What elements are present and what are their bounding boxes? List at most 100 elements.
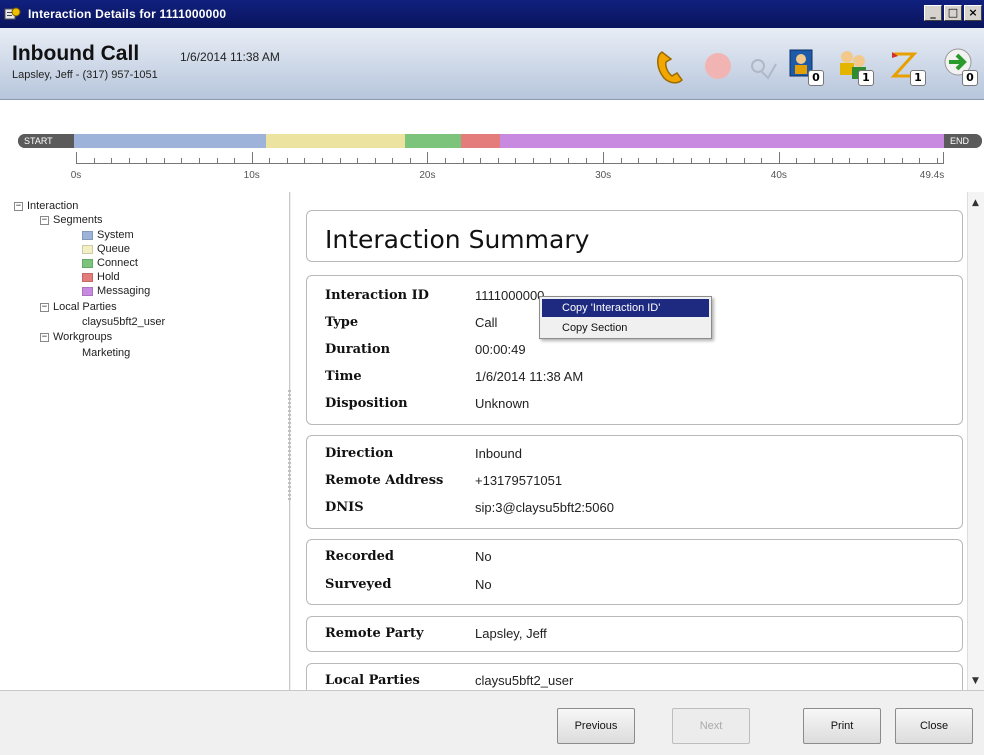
timeline-ruler	[76, 152, 944, 164]
tree-item-hold[interactable]: Hold	[82, 270, 120, 284]
window-title: Interaction Details for 1111000000	[28, 7, 227, 21]
local-parties-value: claysu5bft2_user	[475, 673, 574, 688]
phone-icon[interactable]	[652, 46, 688, 86]
ruler-tick	[251, 152, 253, 163]
recorded-value: No	[475, 549, 492, 564]
field-label: Direction	[325, 446, 394, 461]
ruler-tick	[76, 152, 77, 163]
tree-label: Hold	[97, 271, 120, 283]
attendant-count-badge: 0	[808, 70, 824, 86]
ruler-tick	[690, 158, 692, 163]
survey-icon[interactable]	[744, 46, 780, 86]
tree-node-workgroups[interactable]: − Workgroups	[40, 330, 112, 344]
scroll-down-icon[interactable]: ▼	[972, 676, 979, 686]
tree-label: Workgroups	[53, 331, 113, 343]
field-label: Duration	[325, 342, 391, 357]
ruler-tick	[726, 158, 728, 163]
attendant-icon[interactable]: 0	[786, 46, 824, 86]
next-arrow-icon[interactable]: 0	[940, 46, 978, 86]
summary-section-local-parties[interactable]: Local Parties claysu5bft2_user	[306, 663, 963, 690]
ruler-tick	[128, 158, 130, 163]
timeline-tick-label: 10s	[243, 170, 260, 181]
ruler-tick	[620, 158, 622, 163]
copy-interaction-id-menu-item[interactable]: Copy 'Interaction ID'	[542, 299, 709, 317]
timeline-start-label: START	[18, 134, 74, 148]
ruler-tick	[234, 158, 236, 163]
collapse-icon[interactable]: −	[40, 302, 49, 312]
tree-label: Connect	[97, 257, 138, 269]
ruler-tick	[743, 158, 745, 163]
remote-address-value: +13179571051	[475, 473, 563, 488]
ruler-tick	[269, 158, 271, 163]
field-label: Remote Address	[325, 473, 444, 488]
ruler-tick	[585, 158, 587, 163]
tree-item-system[interactable]: System	[82, 228, 134, 242]
surveyed-value: No	[475, 577, 492, 592]
close-button[interactable]: Close	[895, 708, 973, 744]
summary-section-recording[interactable]: Recorded No Surveyed No	[306, 539, 963, 605]
transfer-icon[interactable]: 1	[888, 46, 926, 86]
field-label: Time	[325, 369, 362, 384]
minimize-button[interactable]: _	[924, 5, 942, 21]
tree-node-segments[interactable]: − Segments	[40, 213, 103, 227]
ruler-tick	[943, 152, 944, 163]
tree-item-messaging[interactable]: Messaging	[82, 284, 150, 298]
call-date-time: 1/6/2014 11:38 AM	[180, 50, 280, 64]
close-window-button[interactable]: ×	[964, 5, 982, 21]
summary-section-direction[interactable]: Direction Inbound Remote Address +131795…	[306, 435, 963, 529]
previous-button[interactable]: Previous	[557, 708, 635, 744]
ruler-tick	[655, 158, 657, 163]
timeline-tick-label: 40s	[770, 170, 787, 181]
print-button[interactable]: Print	[803, 708, 881, 744]
scroll-up-icon[interactable]: ▲	[972, 198, 979, 208]
summary-panel: Interaction Summary Interaction ID 11110…	[291, 192, 984, 690]
timeline-segment-system[interactable]	[74, 134, 266, 148]
collapse-icon[interactable]: −	[40, 215, 49, 225]
tree-label: Messaging	[97, 285, 151, 297]
ruler-tick	[936, 158, 938, 163]
summary-scrollbar[interactable]: ▲ ▼	[967, 192, 984, 690]
ruler-tick	[603, 152, 605, 163]
timeline-bar[interactable]: START END	[18, 134, 982, 148]
field-label: Remote Party	[325, 626, 424, 641]
summary-title-card: Interaction Summary	[306, 210, 963, 262]
timeline-segment-connect[interactable]	[405, 134, 462, 148]
next-button[interactable]: Next	[672, 708, 750, 744]
copy-section-menu-item[interactable]: Copy Section	[542, 319, 709, 337]
system-color-swatch	[82, 230, 93, 240]
ruler-tick	[761, 158, 763, 163]
ruler-tick	[286, 158, 288, 163]
field-label: Surveyed	[325, 577, 392, 592]
collapse-icon[interactable]: −	[14, 201, 23, 211]
maximize-button[interactable]: □	[944, 5, 962, 21]
tree-item-local-party[interactable]: claysu5bft2_user	[82, 315, 165, 329]
ruler-tick	[884, 158, 886, 163]
tree-item-queue[interactable]: Queue	[82, 242, 130, 256]
timeline-segment-hold[interactable]	[461, 134, 501, 148]
timeline-tick-label: 0s	[70, 170, 82, 181]
summary-section-remote-party[interactable]: Remote Party Lapsley, Jeff	[306, 616, 963, 652]
workgroup-icon[interactable]: 1	[836, 46, 874, 86]
timeline-end-label: END	[944, 134, 982, 148]
timeline-tick-label: 49.4s	[919, 170, 945, 181]
interaction-tree: − Interaction − Segments System Queue Co…	[0, 192, 290, 690]
field-label: DNIS	[325, 500, 364, 515]
tree-label: Marketing	[82, 347, 131, 359]
field-label: Type	[325, 315, 359, 330]
title-bar[interactable]: Interaction Details for 1111000000 _ □ ×	[0, 0, 984, 28]
tree-node-local-parties[interactable]: − Local Parties	[40, 300, 117, 314]
timeline-segment-queue[interactable]	[265, 134, 406, 148]
direction-value: Inbound	[475, 446, 522, 461]
call-type-title: Inbound Call	[12, 42, 140, 65]
collapse-icon[interactable]: −	[40, 332, 49, 342]
tree-item-workgroup[interactable]: Marketing	[82, 346, 130, 360]
tree-node-interaction[interactable]: − Interaction	[14, 199, 78, 213]
timeline-segment-messaging[interactable]	[500, 134, 944, 148]
ruler-tick	[93, 158, 95, 163]
ruler-tick	[357, 158, 359, 163]
ruler-tick	[708, 158, 710, 163]
interaction-id-value: 1111000000	[475, 288, 545, 303]
tree-label: System	[97, 229, 134, 241]
tree-item-connect[interactable]: Connect	[82, 256, 138, 270]
record-icon[interactable]	[700, 46, 736, 86]
